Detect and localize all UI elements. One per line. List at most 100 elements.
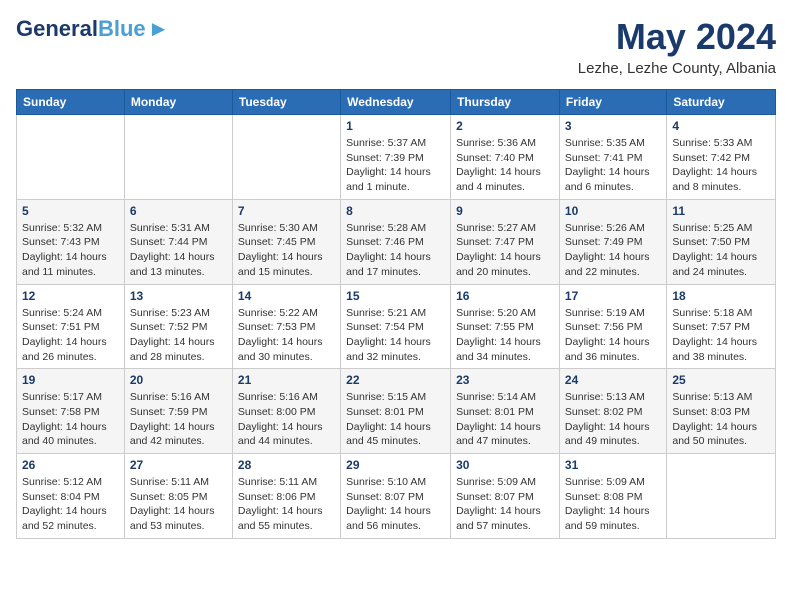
day-info: Sunrise: 5:12 AMSunset: 8:04 PMDaylight:…	[22, 475, 119, 534]
day-info: Sunrise: 5:13 AMSunset: 8:03 PMDaylight:…	[672, 390, 770, 449]
logo-text: GeneralBlue	[16, 18, 146, 40]
calendar-cell: 25 Sunrise: 5:13 AMSunset: 8:03 PMDayligh…	[667, 369, 776, 454]
day-info: Sunrise: 5:20 AMSunset: 7:55 PMDaylight:…	[456, 306, 554, 365]
day-header-wednesday: Wednesday	[341, 90, 451, 115]
day-number: 19	[22, 373, 119, 387]
calendar-cell: 13 Sunrise: 5:23 AMSunset: 7:52 PMDayligh…	[124, 284, 232, 369]
calendar-table: SundayMondayTuesdayWednesdayThursdayFrid…	[16, 89, 776, 539]
day-info: Sunrise: 5:35 AMSunset: 7:41 PMDaylight:…	[565, 136, 661, 195]
day-info: Sunrise: 5:21 AMSunset: 7:54 PMDaylight:…	[346, 306, 445, 365]
day-number: 15	[346, 289, 445, 303]
calendar-cell: 2 Sunrise: 5:36 AMSunset: 7:40 PMDaylight…	[451, 115, 560, 200]
page-header: GeneralBlue ► May 2024 Lezhe, Lezhe Coun…	[16, 16, 776, 77]
day-header-saturday: Saturday	[667, 90, 776, 115]
day-number: 12	[22, 289, 119, 303]
calendar-cell: 14 Sunrise: 5:22 AMSunset: 7:53 PMDayligh…	[232, 284, 340, 369]
day-number: 4	[672, 119, 770, 133]
day-number: 3	[565, 119, 661, 133]
day-info: Sunrise: 5:19 AMSunset: 7:56 PMDaylight:…	[565, 306, 661, 365]
day-info: Sunrise: 5:14 AMSunset: 8:01 PMDaylight:…	[456, 390, 554, 449]
day-number: 23	[456, 373, 554, 387]
day-info: Sunrise: 5:37 AMSunset: 7:39 PMDaylight:…	[346, 136, 445, 195]
day-number: 30	[456, 458, 554, 472]
day-info: Sunrise: 5:15 AMSunset: 8:01 PMDaylight:…	[346, 390, 445, 449]
calendar-cell: 4 Sunrise: 5:33 AMSunset: 7:42 PMDaylight…	[667, 115, 776, 200]
day-info: Sunrise: 5:10 AMSunset: 8:07 PMDaylight:…	[346, 475, 445, 534]
calendar-cell	[232, 115, 340, 200]
calendar-cell: 10Sunrise: 5:26 AMSunset: 7:49 PMDayligh…	[559, 199, 666, 284]
day-info: Sunrise: 5:17 AMSunset: 7:58 PMDaylight:…	[22, 390, 119, 449]
calendar-cell: 24Sunrise: 5:13 AMSunset: 8:02 PMDayligh…	[559, 369, 666, 454]
day-info: Sunrise: 5:36 AMSunset: 7:40 PMDaylight:…	[456, 136, 554, 195]
day-number: 2	[456, 119, 554, 133]
day-info: Sunrise: 5:26 AMSunset: 7:49 PMDaylight:…	[565, 221, 661, 280]
calendar-cell: 23 Sunrise: 5:14 AMSunset: 8:01 PMDayligh…	[451, 369, 560, 454]
logo: GeneralBlue ►	[16, 16, 169, 42]
day-number: 14	[238, 289, 335, 303]
calendar-cell: 3 Sunrise: 5:35 AMSunset: 7:41 PMDaylight…	[559, 115, 666, 200]
day-number: 8	[346, 204, 445, 218]
day-info: Sunrise: 5:09 AMSunset: 8:08 PMDaylight:…	[565, 475, 661, 534]
day-header-thursday: Thursday	[451, 90, 560, 115]
day-number: 13	[130, 289, 227, 303]
logo-arrow-icon: ►	[148, 16, 170, 42]
day-info: Sunrise: 5:18 AMSunset: 7:57 PMDaylight:…	[672, 306, 770, 365]
day-header-sunday: Sunday	[17, 90, 125, 115]
day-number: 7	[238, 204, 335, 218]
calendar-cell: 22 Sunrise: 5:15 AMSunset: 8:01 PMDayligh…	[341, 369, 451, 454]
day-number: 27	[130, 458, 227, 472]
day-info: Sunrise: 5:30 AMSunset: 7:45 PMDaylight:…	[238, 221, 335, 280]
calendar-cell: 7 Sunrise: 5:30 AMSunset: 7:45 PMDaylight…	[232, 199, 340, 284]
calendar-cell: 21Sunrise: 5:16 AMSunset: 8:00 PMDayligh…	[232, 369, 340, 454]
day-number: 25	[672, 373, 770, 387]
day-number: 11	[672, 204, 770, 218]
calendar-cell	[667, 454, 776, 539]
calendar-cell: 15 Sunrise: 5:21 AMSunset: 7:54 PMDayligh…	[341, 284, 451, 369]
calendar-cell: 6 Sunrise: 5:31 AMSunset: 7:44 PMDaylight…	[124, 199, 232, 284]
day-header-friday: Friday	[559, 90, 666, 115]
day-info: Sunrise: 5:13 AMSunset: 8:02 PMDaylight:…	[565, 390, 661, 449]
day-info: Sunrise: 5:28 AMSunset: 7:46 PMDaylight:…	[346, 221, 445, 280]
calendar-cell: 11 Sunrise: 5:25 AMSunset: 7:50 PMDayligh…	[667, 199, 776, 284]
day-number: 16	[456, 289, 554, 303]
calendar-cell: 17Sunrise: 5:19 AMSunset: 7:56 PMDayligh…	[559, 284, 666, 369]
calendar-cell: 30 Sunrise: 5:09 AMSunset: 8:07 PMDayligh…	[451, 454, 560, 539]
month-title: May 2024	[578, 16, 776, 58]
day-info: Sunrise: 5:25 AMSunset: 7:50 PMDaylight:…	[672, 221, 770, 280]
day-number: 22	[346, 373, 445, 387]
day-info: Sunrise: 5:16 AMSunset: 7:59 PMDaylight:…	[130, 390, 227, 449]
day-number: 31	[565, 458, 661, 472]
calendar-cell: 8 Sunrise: 5:28 AMSunset: 7:46 PMDaylight…	[341, 199, 451, 284]
day-info: Sunrise: 5:31 AMSunset: 7:44 PMDaylight:…	[130, 221, 227, 280]
calendar-week-1: 1Sunrise: 5:37 AMSunset: 7:39 PMDaylight…	[17, 115, 776, 200]
day-info: Sunrise: 5:11 AMSunset: 8:05 PMDaylight:…	[130, 475, 227, 534]
calendar-cell: 9Sunrise: 5:27 AMSunset: 7:47 PMDaylight…	[451, 199, 560, 284]
day-number: 20	[130, 373, 227, 387]
day-number: 28	[238, 458, 335, 472]
calendar-cell: 19 Sunrise: 5:17 AMSunset: 7:58 PMDayligh…	[17, 369, 125, 454]
day-info: Sunrise: 5:23 AMSunset: 7:52 PMDaylight:…	[130, 306, 227, 365]
calendar-header-row: SundayMondayTuesdayWednesdayThursdayFrid…	[17, 90, 776, 115]
day-header-tuesday: Tuesday	[232, 90, 340, 115]
calendar-cell	[17, 115, 125, 200]
location-subtitle: Lezhe, Lezhe County, Albania	[578, 60, 776, 77]
day-info: Sunrise: 5:24 AMSunset: 7:51 PMDaylight:…	[22, 306, 119, 365]
day-number: 6	[130, 204, 227, 218]
calendar-week-2: 5Sunrise: 5:32 AMSunset: 7:43 PMDaylight…	[17, 199, 776, 284]
calendar-cell: 1Sunrise: 5:37 AMSunset: 7:39 PMDaylight…	[341, 115, 451, 200]
day-number: 5	[22, 204, 119, 218]
calendar-cell: 16 Sunrise: 5:20 AMSunset: 7:55 PMDayligh…	[451, 284, 560, 369]
day-info: Sunrise: 5:27 AMSunset: 7:47 PMDaylight:…	[456, 221, 554, 280]
day-info: Sunrise: 5:22 AMSunset: 7:53 PMDaylight:…	[238, 306, 335, 365]
calendar-cell: 5Sunrise: 5:32 AMSunset: 7:43 PMDaylight…	[17, 199, 125, 284]
day-info: Sunrise: 5:33 AMSunset: 7:42 PMDaylight:…	[672, 136, 770, 195]
calendar-cell: 18 Sunrise: 5:18 AMSunset: 7:57 PMDayligh…	[667, 284, 776, 369]
calendar-cell: 20 Sunrise: 5:16 AMSunset: 7:59 PMDayligh…	[124, 369, 232, 454]
day-info: Sunrise: 5:09 AMSunset: 8:07 PMDaylight:…	[456, 475, 554, 534]
calendar-week-3: 12 Sunrise: 5:24 AMSunset: 7:51 PMDayligh…	[17, 284, 776, 369]
day-number: 18	[672, 289, 770, 303]
day-info: Sunrise: 5:16 AMSunset: 8:00 PMDaylight:…	[238, 390, 335, 449]
calendar-cell: 31 Sunrise: 5:09 AMSunset: 8:08 PMDayligh…	[559, 454, 666, 539]
calendar-cell: 12 Sunrise: 5:24 AMSunset: 7:51 PMDayligh…	[17, 284, 125, 369]
calendar-cell: 26Sunrise: 5:12 AMSunset: 8:04 PMDayligh…	[17, 454, 125, 539]
